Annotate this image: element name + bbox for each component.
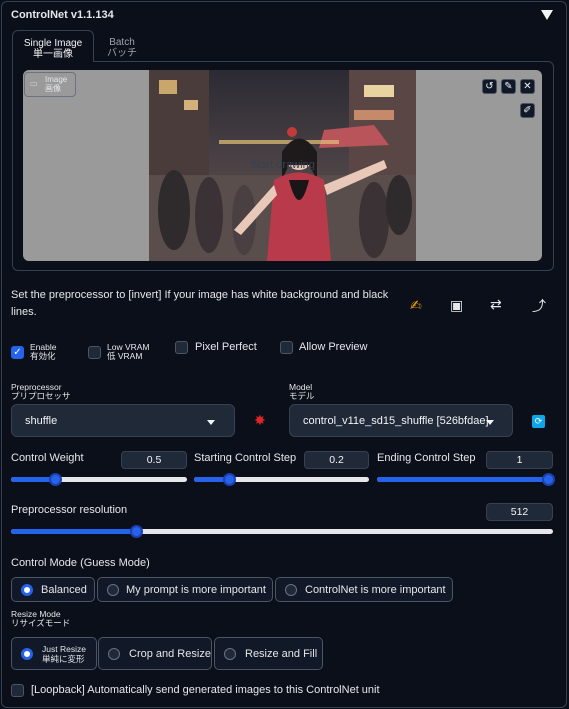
model-select[interactable]: control_v11e_sd15_shuffle [526bfdae] (289, 404, 513, 437)
collapse-triangle-icon[interactable] (541, 10, 553, 20)
model-label-subtext: モデル (289, 391, 315, 401)
chevron-down-icon (207, 420, 215, 425)
radio-dot (108, 648, 120, 660)
start-drawing-text: Start drawing (250, 159, 315, 171)
radio-dot (224, 648, 236, 660)
preprocessor-value: shuffle (25, 415, 58, 427)
resize-and-fill[interactable]: Resize and Fill (214, 637, 323, 670)
undo-icon[interactable]: ↺ (482, 79, 497, 94)
starting-step-label: Starting Control Step (194, 452, 297, 464)
slider-thumb[interactable] (542, 473, 555, 486)
resize-just-resize-text: Just Resize (42, 644, 86, 654)
radio-dot (21, 584, 33, 596)
model-label: Model モデル (289, 383, 315, 401)
resolution-input[interactable]: 512 (486, 503, 553, 521)
control-mode-prompt[interactable]: My prompt is more important (97, 577, 273, 602)
preprocessor-label: Preprocessor プリプロセッサ (11, 383, 71, 401)
resize-fill-label: Resize and Fill (245, 648, 318, 660)
allow-preview-checkbox[interactable] (280, 341, 293, 354)
image-sublabel: 画像 (45, 84, 61, 93)
resize-crop-label: Crop and Resize (129, 648, 211, 660)
control-weight-input[interactable]: 0.5 (121, 451, 187, 469)
tab-batch-sublabel: バッチ (107, 48, 137, 59)
resize-crop-and-resize[interactable]: Crop and Resize (98, 637, 212, 670)
refresh-icon[interactable]: ⟳ (532, 415, 545, 428)
tab-batch[interactable]: Batch バッチ (94, 30, 150, 60)
resolution-slider[interactable] (11, 525, 553, 538)
control-weight-slider[interactable] (11, 473, 187, 486)
low-vram-label: Low VRAM 低 VRAM (107, 343, 150, 361)
control-mode-balanced-label: Balanced (41, 584, 87, 596)
control-mode-controlnet-label: ControlNet is more important (305, 584, 446, 596)
resize-mode-label-subtext: リサイズモード (11, 618, 71, 628)
low-vram-checkbox[interactable] (88, 346, 101, 359)
control-mode-prompt-label: My prompt is more important (126, 584, 266, 596)
radio-dot (285, 584, 297, 596)
loopback-label: [Loopback] Automatically send generated … (31, 684, 380, 696)
slider-fill (377, 477, 553, 482)
enable-checkbox[interactable]: ✓ (11, 346, 24, 359)
preprocessor-select[interactable]: shuffle (11, 404, 235, 437)
eraser-icon[interactable]: ✎ (501, 79, 516, 94)
edit-icon[interactable]: ✍ (410, 297, 422, 314)
camera-icon[interactable]: ▣ (450, 297, 463, 314)
slider-thumb[interactable] (130, 525, 143, 538)
resize-just-resize-label: Just Resize 単純に変形 (42, 644, 86, 664)
slider-thumb[interactable] (223, 473, 236, 486)
preprocessor-hint: Set the preprocessor to [invert] If your… (11, 289, 389, 318)
image-label: Image (45, 75, 68, 84)
image-label-badge: ▭ Image 画像 (24, 72, 76, 97)
chevron-down-icon (486, 420, 494, 425)
panel-title: ControlNet v1.1.134 (11, 9, 114, 21)
low-vram-label-subtext: 低 VRAM (107, 351, 143, 361)
radio-dot (107, 584, 119, 596)
preprocessor-label-subtext: プリプロセッサ (11, 391, 71, 401)
loopback-checkbox[interactable] (11, 684, 24, 697)
control-mode-balanced[interactable]: Balanced (11, 577, 95, 602)
control-weight-label: Control Weight (11, 452, 84, 464)
resize-just-resize-subtext: 単純に変形 (42, 654, 85, 664)
slider-thumb[interactable] (49, 473, 62, 486)
resize-mode-label: Resize Mode リサイズモード (11, 610, 70, 628)
control-mode-label: Control Mode (Guess Mode) (11, 557, 150, 569)
image-icon: ▭ (30, 79, 38, 88)
model-value: control_v11e_sd15_shuffle [526bfdae] (303, 415, 489, 427)
starting-step-input[interactable]: 0.2 (304, 451, 369, 469)
allow-preview-label: Allow Preview (299, 341, 368, 353)
tab-batch-label: Batch (109, 37, 135, 48)
ending-step-label: Ending Control Step (377, 452, 476, 464)
tab-single-image[interactable]: Single Image 単一画像 (12, 30, 94, 62)
pixel-perfect-checkbox[interactable] (175, 341, 188, 354)
radio-dot (21, 648, 33, 660)
swap-icon[interactable]: ⇄ (490, 296, 502, 313)
run-preprocessor-icon[interactable]: ✸ (254, 412, 266, 429)
send-dimensions-icon[interactable]: ⤴ (532, 296, 546, 316)
ending-step-input[interactable]: 1 (486, 451, 553, 469)
starting-step-slider[interactable] (194, 473, 369, 486)
resize-just-resize[interactable]: Just Resize 単純に変形 (11, 637, 97, 670)
ending-step-slider[interactable] (377, 473, 555, 486)
tab-single-image-label: Single Image (23, 38, 83, 49)
pixel-perfect-label: Pixel Perfect (195, 341, 257, 353)
brush-icon[interactable]: ✐ (520, 103, 535, 118)
close-icon[interactable]: ✕ (520, 79, 535, 94)
control-mode-controlnet[interactable]: ControlNet is more important (275, 577, 453, 602)
tab-single-image-sublabel: 単一画像 (33, 49, 73, 60)
slider-fill (11, 529, 136, 534)
enable-label-subtext: 有効化 (30, 351, 56, 361)
enable-label: Enable 有効化 (30, 343, 56, 361)
resolution-label: Preprocessor resolution (11, 504, 128, 516)
